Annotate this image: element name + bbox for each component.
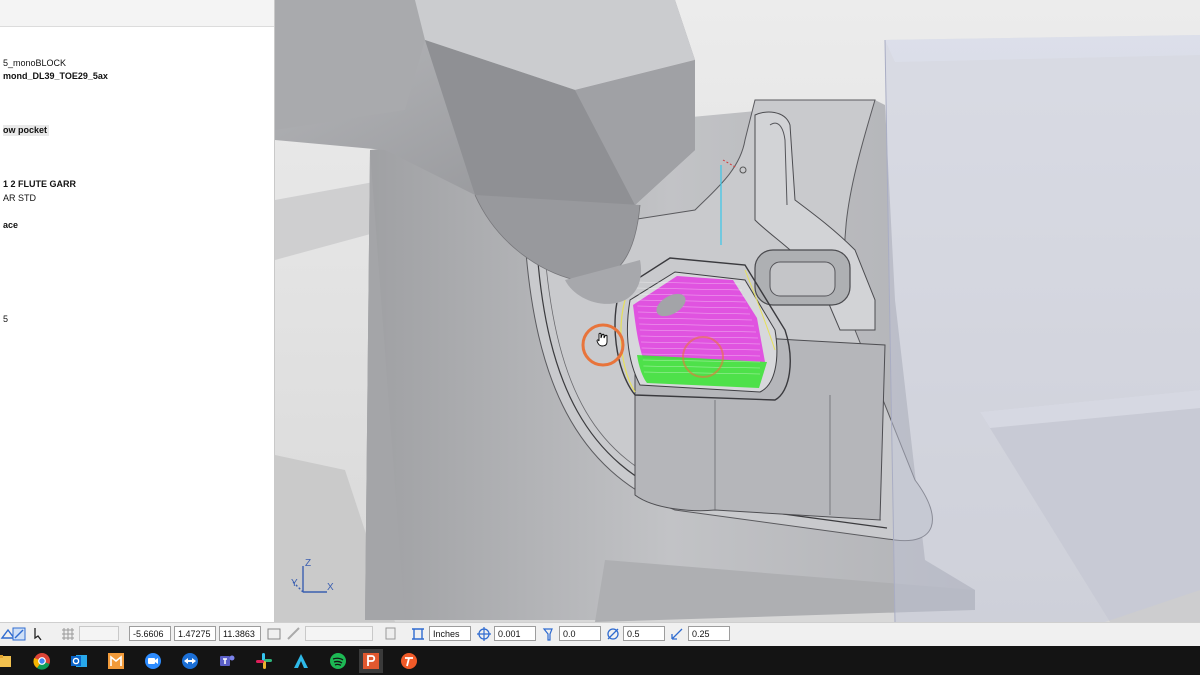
pointer-icon[interactable] — [30, 626, 46, 642]
tool-diameter-field[interactable]: 0.5 — [623, 626, 665, 641]
triad-y-label: Y — [291, 578, 298, 589]
coord-x-field[interactable]: -5.6606 — [129, 626, 171, 641]
powermill-button[interactable] — [104, 649, 128, 673]
tolerance-field[interactable]: 0.001 — [494, 626, 536, 641]
tree-item-workplane[interactable]: ace — [3, 220, 18, 231]
outlook-button[interactable] — [67, 649, 91, 673]
diameter-icon[interactable] — [605, 626, 621, 642]
chrome-button[interactable] — [30, 649, 54, 673]
outlook-icon — [71, 655, 87, 667]
crosshair-icon[interactable] — [476, 626, 492, 642]
powerpoint-button[interactable] — [359, 649, 383, 673]
autodesk-icon — [294, 654, 308, 668]
teams-button[interactable] — [215, 649, 239, 673]
autodesk-button[interactable] — [289, 649, 313, 673]
coord-z-field[interactable]: 11.3863 — [219, 626, 261, 641]
corner-radius-field[interactable]: 0.25 — [688, 626, 730, 641]
status-bar: -5.6606 1.47275 11.3863 Inches 0.001 0.0… — [0, 622, 1200, 647]
graphics-viewport[interactable]: Z Y X — [275, 0, 1200, 622]
units-field[interactable]: Inches — [429, 626, 471, 641]
tree-item-model[interactable]: mond_DL39_TOE29_5ax — [3, 71, 108, 82]
file-explorer-button[interactable] — [0, 649, 16, 673]
slack-button[interactable] — [252, 649, 276, 673]
grid-icon[interactable] — [60, 626, 76, 642]
measure-icon[interactable] — [286, 626, 302, 642]
tpass-button[interactable] — [397, 649, 421, 673]
workplane-icon[interactable] — [266, 626, 282, 642]
layer-icon[interactable] — [383, 626, 399, 642]
teams-icon — [220, 655, 235, 666]
powerpoint-icon — [363, 653, 379, 669]
explorer-header — [0, 0, 274, 27]
tool-icon[interactable] — [540, 626, 556, 642]
chrome-icon — [33, 653, 50, 670]
zoom-button[interactable] — [141, 649, 165, 673]
spotify-icon — [330, 653, 346, 669]
cam-scene: Z Y X — [275, 0, 1200, 622]
tree-item-misc[interactable]: 5 — [3, 314, 8, 325]
explorer-panel: 5_monoBLOCK mond_DL39_TOE29_5ax ow pocke… — [0, 0, 275, 622]
tree-item-holder[interactable]: AR STD — [3, 193, 36, 204]
tree-item-toolpath[interactable]: ow pocket — [3, 125, 50, 136]
coord-y-field[interactable]: 1.47275 — [174, 626, 216, 641]
thickness-field[interactable]: 0.0 — [559, 626, 601, 641]
stock-box — [885, 35, 1200, 622]
tree-item-project[interactable]: 5_monoBLOCK — [3, 58, 66, 69]
triad-z-label: Z — [305, 558, 311, 569]
zoom-icon — [145, 653, 161, 669]
teamviewer-button[interactable] — [178, 649, 202, 673]
powermill-icon — [108, 653, 124, 669]
spotify-button[interactable] — [326, 649, 350, 673]
teamviewer-icon — [182, 653, 198, 669]
select-mode-icon[interactable] — [11, 626, 27, 642]
tree-item-tool[interactable]: 1 2 FLUTE GARR — [3, 179, 76, 190]
triad-x-label: X — [327, 582, 334, 593]
windows-taskbar — [0, 646, 1200, 675]
radius-icon[interactable] — [669, 626, 685, 642]
empty-field-2[interactable] — [305, 626, 373, 641]
slack-icon — [256, 653, 272, 669]
units-icon[interactable] — [410, 626, 426, 642]
empty-field-1[interactable] — [79, 626, 119, 641]
tpass-icon — [401, 653, 417, 669]
file-explorer-icon — [0, 655, 11, 667]
